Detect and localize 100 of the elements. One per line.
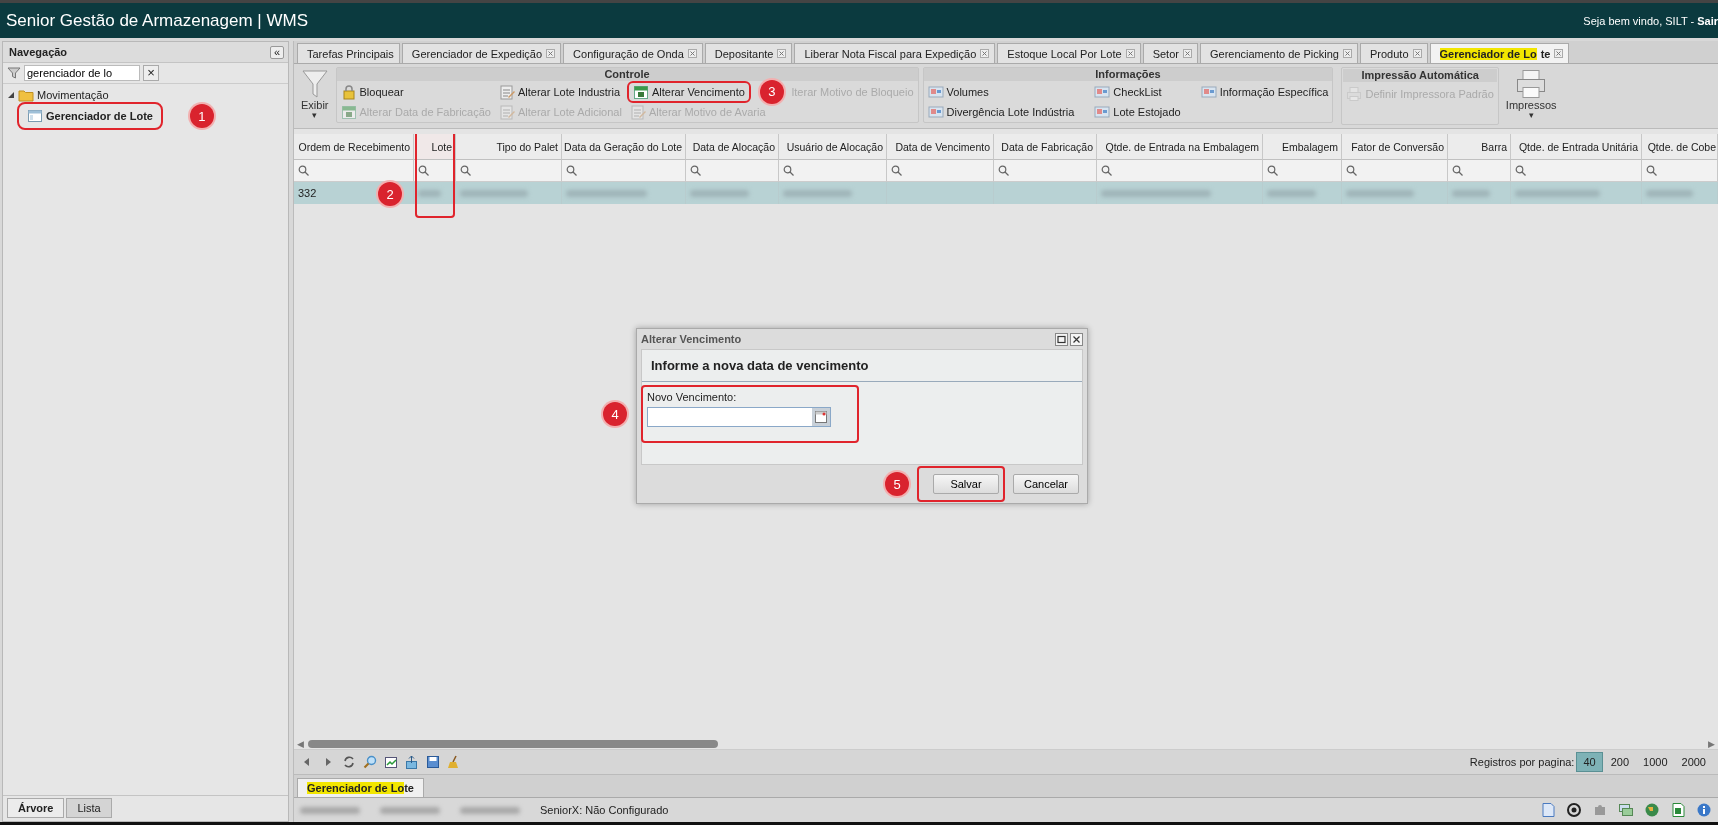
windows-icon[interactable] [1618, 802, 1634, 818]
filter-field[interactable] [1342, 160, 1448, 182]
search-icon [566, 165, 577, 176]
search-icon [1267, 165, 1278, 176]
spreadsheet-icon[interactable] [1670, 802, 1686, 818]
toolbar-action[interactable]: Divergência Lote Indústria [927, 102, 1075, 121]
page-size-option[interactable]: 200 [1604, 753, 1636, 771]
calendar-icon[interactable] [812, 408, 830, 426]
tab[interactable]: Liberar Nota Fiscal para Expedição [794, 43, 996, 63]
tab[interactable]: Configuração de Onda [563, 43, 703, 63]
collapse-button[interactable]: « [269, 45, 284, 59]
filter-field[interactable] [1642, 160, 1718, 182]
column-header[interactable]: Usuário de Alocação [779, 134, 887, 160]
logout-link[interactable]: Sair [1697, 14, 1718, 27]
step-badge: 4 [603, 402, 627, 426]
maximize-icon[interactable] [1055, 332, 1068, 346]
broom-icon[interactable] [447, 755, 461, 769]
edit-icon [498, 103, 515, 120]
tab[interactable]: Gerenciador de Expedição [401, 43, 562, 63]
sync-icon[interactable] [1566, 802, 1582, 818]
filter-field[interactable] [1511, 160, 1642, 182]
search-icon [891, 165, 902, 176]
page-size-option[interactable]: 2000 [1675, 753, 1712, 771]
search-icon [1346, 165, 1357, 176]
prints-button[interactable]: Impressos ▾ [1502, 67, 1560, 121]
zoom-icon[interactable] [363, 755, 377, 769]
tab[interactable]: Depositante [704, 43, 793, 63]
filter-field[interactable] [887, 160, 994, 182]
toolbar-action[interactable]: Alterar Lote Industria [498, 82, 622, 101]
card-icon [1094, 103, 1111, 120]
filter-field[interactable]: gerenciador de lo [24, 65, 140, 81]
column-header[interactable]: Lote [414, 134, 456, 160]
toolbar-action[interactable]: Lote Estojado [1094, 102, 1181, 121]
toolbar-action[interactable]: Alterar Vencimento [629, 83, 748, 100]
tree-item[interactable]: Movimentação [37, 89, 109, 101]
scroll-left-button[interactable]: ◀ [297, 738, 304, 749]
save-icon[interactable] [426, 755, 440, 769]
column-header[interactable]: Qtde. de Entrada na Embalagem [1097, 134, 1263, 160]
expander-icon[interactable] [7, 91, 15, 99]
page-size-option[interactable]: 40 [1576, 752, 1603, 772]
toolbar-action[interactable]: Bloquear [340, 82, 491, 101]
display-button[interactable]: Exibir ▾ [298, 67, 332, 121]
tab[interactable]: Setor [1142, 43, 1198, 63]
page-size-option[interactable]: 1000 [1637, 753, 1674, 771]
dialog-button[interactable]: Cancelar [1013, 474, 1079, 494]
dialog-title: Alterar Vencimento [641, 333, 742, 345]
app-title: Senior Gestão de Armazenagem | WMS [6, 10, 309, 31]
tab[interactable]: Gerenciador de Lo te [1429, 43, 1570, 63]
toolbar-action[interactable]: CheckList [1094, 82, 1181, 101]
clear-button[interactable]: × [143, 65, 159, 81]
column-header[interactable]: Ordem de Recebimento [294, 134, 414, 160]
caret-icon: ▾ [1528, 111, 1534, 119]
search-icon [1452, 165, 1463, 176]
close-icon[interactable] [1070, 332, 1083, 346]
column-header[interactable]: Qtde. de Cobe [1642, 134, 1718, 160]
column-header[interactable]: Embalagem [1263, 134, 1342, 160]
tab[interactable]: Produto [1359, 43, 1428, 63]
search-icon [783, 165, 794, 176]
column-header[interactable]: Qtde. de Entrada Unitária [1511, 134, 1642, 160]
filter-field[interactable] [414, 160, 456, 182]
scroll-right-button[interactable]: ▶ [1708, 738, 1715, 749]
card-icon [927, 83, 944, 100]
column-header[interactable]: Data de Vencimento [887, 134, 994, 160]
panel-tab[interactable]: Árvore [7, 798, 65, 818]
tab[interactable]: Tarefas Principais [297, 43, 400, 63]
column-header[interactable]: Barra [1448, 134, 1511, 160]
card-icon [1094, 83, 1111, 100]
search-icon [1646, 165, 1657, 176]
filter-field[interactable] [456, 160, 562, 182]
tab[interactable]: Gerenciamento de Picking [1199, 43, 1358, 63]
document-icon[interactable] [1540, 802, 1556, 818]
column-header[interactable]: Tipo do Palet [456, 134, 562, 160]
edit-icon [498, 83, 515, 100]
filter-field[interactable] [686, 160, 779, 182]
filter-field[interactable] [562, 160, 686, 182]
filter-field[interactable] [1097, 160, 1263, 182]
globe-icon[interactable] [1644, 802, 1660, 818]
date-field[interactable] [647, 407, 831, 427]
chart-icon[interactable] [384, 755, 398, 769]
scroll-thumb[interactable] [308, 739, 718, 748]
field-label: Novo Vencimento: [647, 391, 738, 403]
toolbar-action[interactable]: Informação Específica [1200, 82, 1329, 101]
column-header[interactable]: Data da Geração do Lote [562, 134, 686, 160]
column-header[interactable]: Data de Fabricação [994, 134, 1097, 160]
info-icon[interactable] [1696, 802, 1712, 818]
column-header[interactable]: Data de Alocação [686, 134, 779, 160]
filter-field[interactable] [1448, 160, 1511, 182]
search-icon [418, 165, 429, 176]
tree-item[interactable]: Gerenciador de Lote [21, 106, 159, 126]
toolbar-action[interactable]: Volumes [927, 82, 1075, 101]
dialog-button[interactable]: Salvar [933, 474, 999, 494]
filter-field[interactable] [294, 160, 414, 182]
filter-field[interactable] [994, 160, 1097, 182]
column-header[interactable]: Fator de Conversão [1342, 134, 1448, 160]
filter-field[interactable] [779, 160, 887, 182]
filter-field[interactable] [1263, 160, 1342, 182]
tab[interactable]: Estoque Local Por Lote [997, 43, 1141, 63]
panel-tab[interactable]: Lista [66, 798, 112, 818]
export-icon[interactable] [405, 755, 419, 769]
refresh-icon[interactable] [342, 755, 356, 769]
